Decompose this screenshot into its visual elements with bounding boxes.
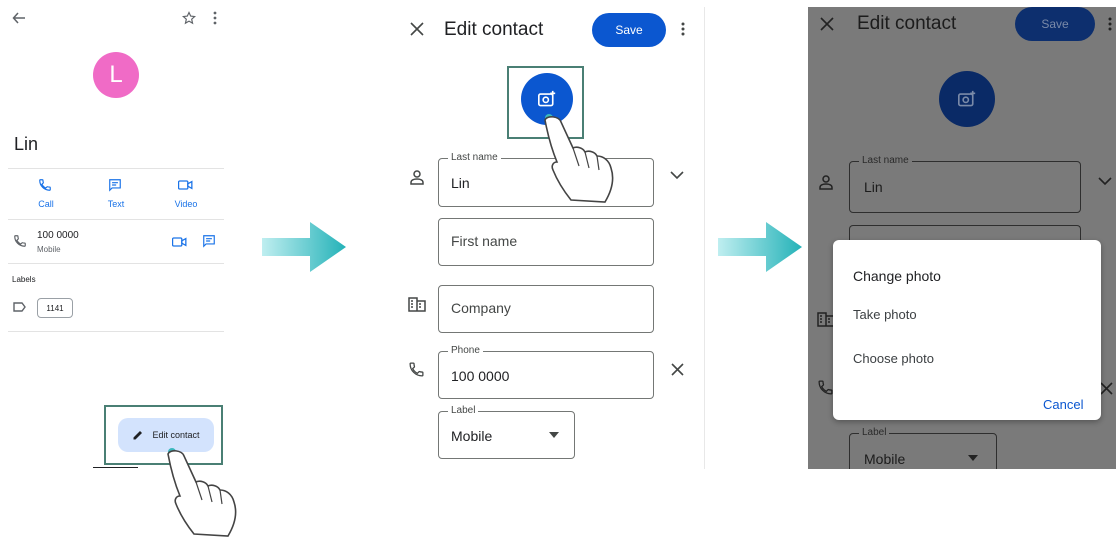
- label-select-label: Label: [859, 427, 890, 438]
- panel-divider: [704, 7, 705, 469]
- label-icon: [13, 302, 26, 312]
- page-title: Edit contact: [857, 13, 957, 34]
- chevron-down-icon[interactable]: [670, 171, 684, 180]
- video-icon: [178, 179, 193, 191]
- dropdown-arrow-icon: [549, 432, 559, 438]
- more-vert-icon: [1107, 17, 1113, 31]
- phone-label: Phone: [448, 345, 483, 356]
- first-name-placeholder: First name: [451, 233, 518, 249]
- star-icon[interactable]: [182, 11, 196, 25]
- video-call-icon[interactable]: [172, 236, 187, 248]
- edit-contact-label: Edit contact: [152, 430, 200, 440]
- divider: [8, 168, 224, 169]
- last-name-field: [849, 161, 1081, 213]
- company-icon: [408, 297, 426, 312]
- contact-name: Lin: [14, 134, 39, 154]
- label-select-value: Mobile: [451, 428, 493, 444]
- phone-type: Mobile: [37, 245, 61, 254]
- add-photo-icon: [537, 90, 557, 108]
- label-select-value: Mobile: [864, 451, 906, 467]
- divider: [8, 263, 224, 264]
- add-photo-icon: [957, 90, 977, 108]
- more-vert-icon[interactable]: [212, 11, 218, 25]
- last-name-value: Lin: [864, 179, 883, 195]
- chevron-down-icon: [1098, 177, 1112, 186]
- close-icon[interactable]: [410, 22, 424, 36]
- video-label: Video: [174, 199, 198, 209]
- cancel-button[interactable]: Cancel: [1043, 397, 1083, 412]
- divider: [8, 219, 224, 220]
- take-photo-option[interactable]: Take photo: [853, 307, 917, 322]
- text-button[interactable]: Text: [86, 178, 146, 212]
- dialog-title: Change photo: [853, 268, 941, 284]
- pencil-icon: [132, 429, 144, 441]
- company-placeholder: Company: [451, 300, 511, 316]
- change-photo-panel: Edit contact Save Last name Lin Label Mo…: [808, 7, 1116, 469]
- close-icon: [820, 17, 834, 31]
- more-vert-icon[interactable]: [680, 22, 686, 36]
- close-icon[interactable]: [671, 363, 684, 376]
- phone-icon: [408, 361, 425, 378]
- avatar: L: [93, 52, 139, 98]
- change-photo-dialog: Change photo Take photo Choose photo Can…: [833, 240, 1101, 420]
- arrow-right-icon: [262, 222, 346, 272]
- arrow-right-icon: [718, 222, 802, 272]
- message-icon[interactable]: [202, 234, 216, 248]
- last-name-value: Lin: [451, 175, 470, 191]
- last-name-label: Last name: [859, 155, 912, 166]
- contact-view-panel: L Lin Call Text Video 100 0000 Mobile La…: [0, 0, 237, 538]
- edit-contact-panel: Edit contact Save Last name Lin First na…: [395, 0, 705, 470]
- save-button[interactable]: Save: [592, 13, 666, 47]
- call-label: Call: [38, 199, 54, 209]
- save-button: Save: [1015, 7, 1095, 41]
- person-icon: [819, 175, 833, 190]
- phone-icon: [38, 178, 52, 192]
- hand-pointer-icon: [541, 112, 621, 208]
- dropdown-arrow-icon: [968, 455, 978, 461]
- text-label: Text: [107, 199, 125, 209]
- last-name-label: Last name: [448, 152, 501, 163]
- divider: [93, 467, 138, 468]
- choose-photo-option[interactable]: Choose photo: [853, 351, 934, 366]
- message-icon: [108, 178, 122, 192]
- close-icon: [1100, 382, 1113, 395]
- page-title: Edit contact: [444, 19, 544, 40]
- label-select-label: Label: [448, 405, 479, 416]
- video-button[interactable]: Video: [156, 178, 216, 212]
- divider: [8, 331, 224, 332]
- person-icon: [410, 170, 424, 185]
- phone-icon: [817, 379, 834, 396]
- phone-icon: [13, 234, 27, 248]
- call-button[interactable]: Call: [16, 178, 76, 212]
- phone-value: 100 0000: [451, 368, 510, 384]
- add-photo-button: [939, 71, 995, 127]
- phone-number[interactable]: 100 0000: [37, 230, 79, 241]
- back-arrow-icon[interactable]: [12, 11, 26, 25]
- labels-heading: Labels: [12, 275, 36, 284]
- hand-pointer-icon: [162, 444, 242, 540]
- label-chip[interactable]: 1141: [37, 298, 73, 318]
